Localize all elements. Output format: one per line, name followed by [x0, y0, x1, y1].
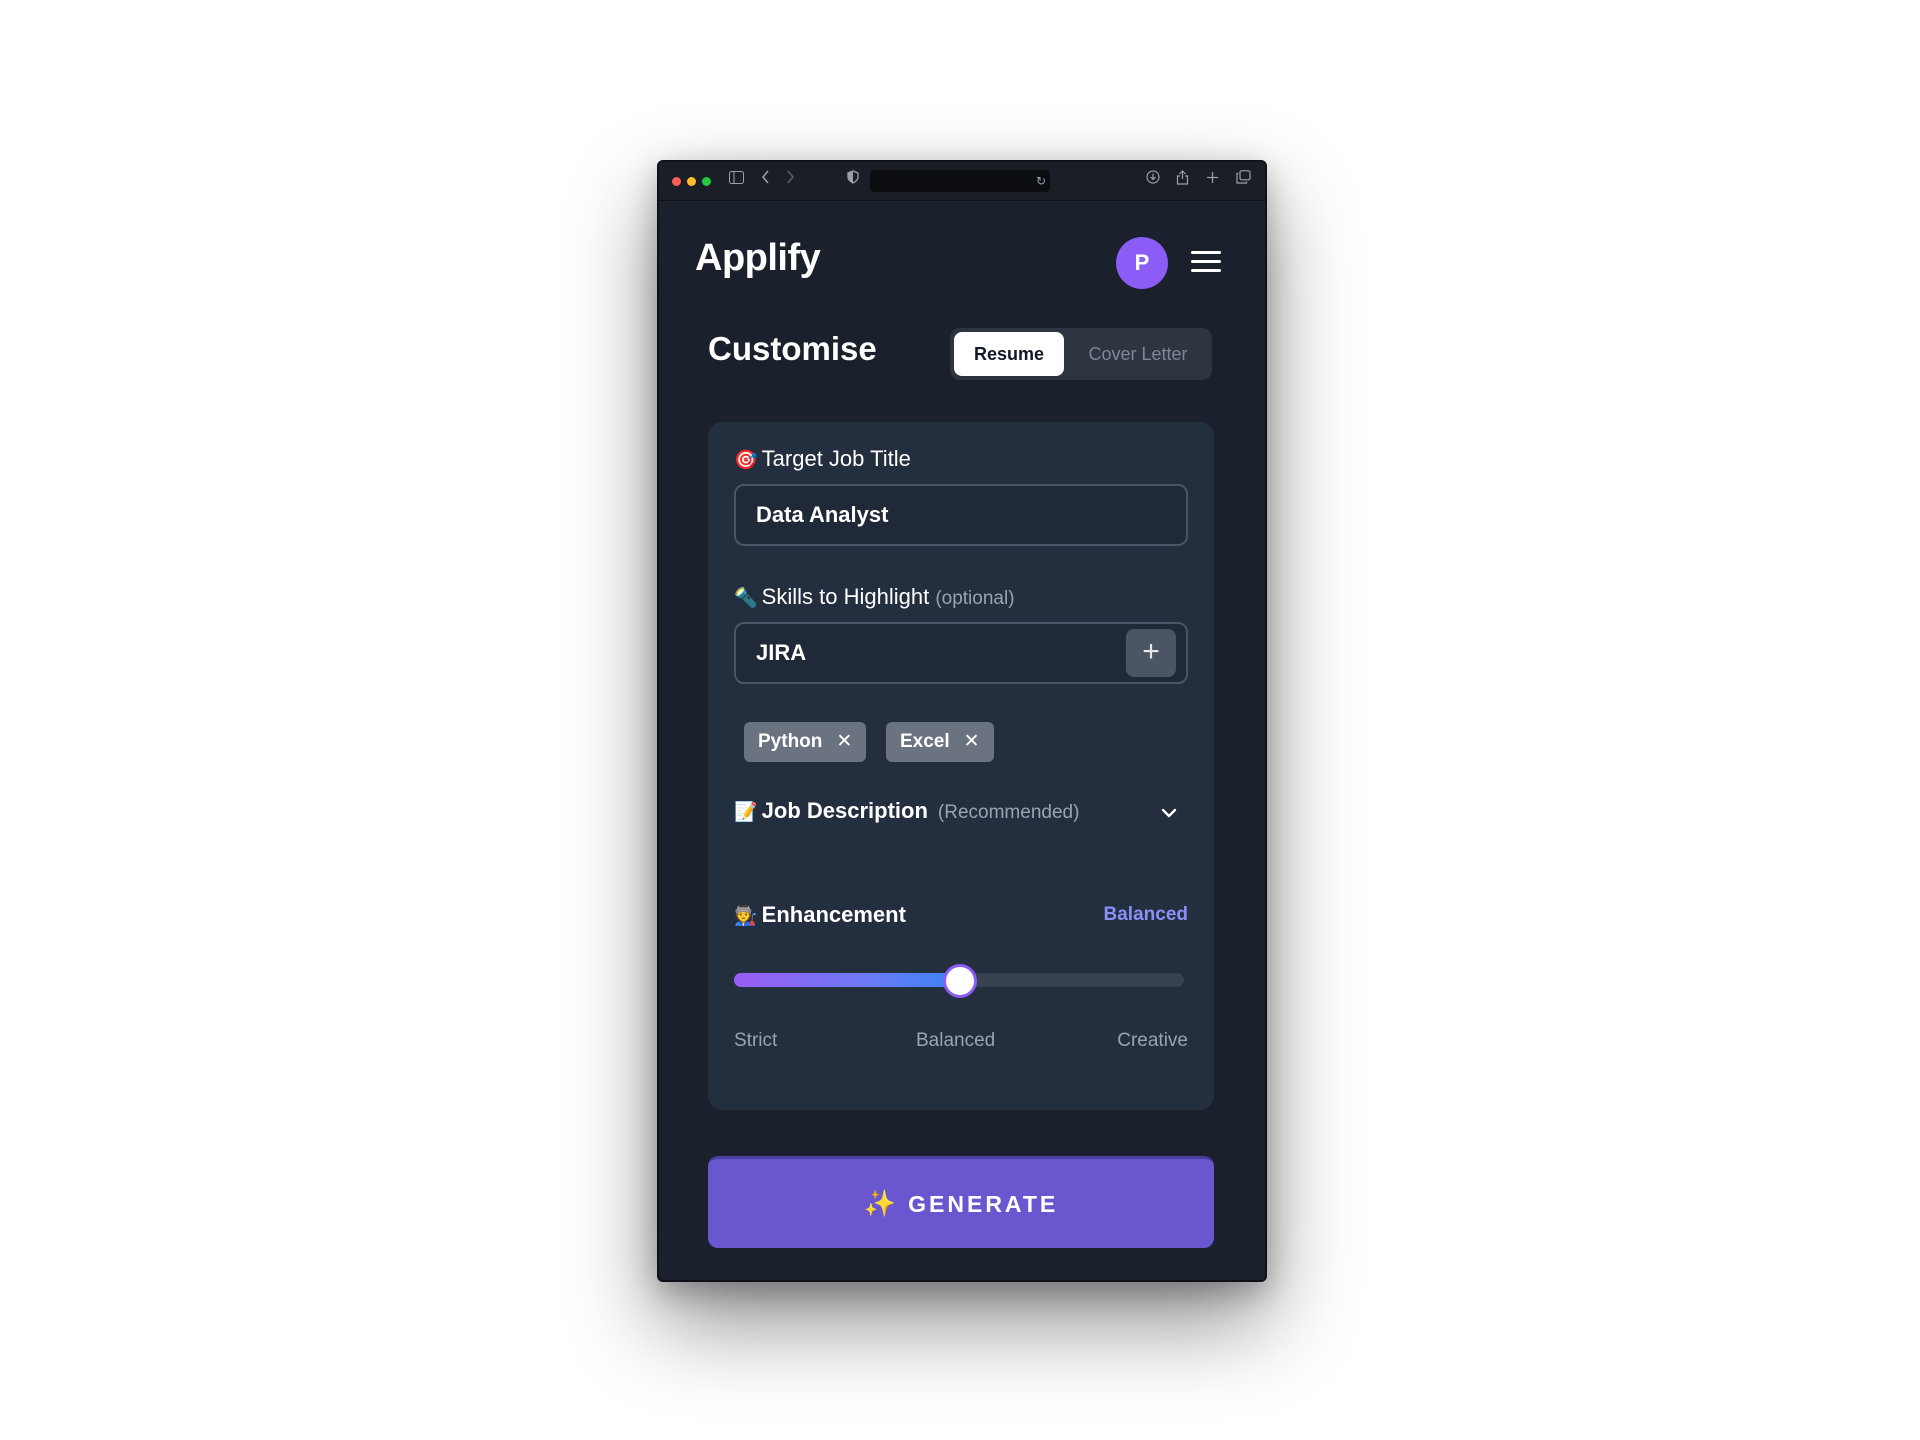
target-job-title-text: Target Job Title [761, 446, 911, 471]
tab-resume[interactable]: Resume [954, 332, 1064, 376]
customise-form-card: 🎯Target Job Title 🔦Skills to Highlight (… [708, 422, 1214, 1110]
sparkles-icon: ✨ [863, 1188, 897, 1218]
job-description-label: Job Description [761, 798, 928, 823]
optional-note: (optional) [935, 588, 1015, 609]
user-avatar[interactable]: P [1116, 237, 1168, 289]
flashlight-icon: 🔦 [734, 588, 758, 609]
generate-button[interactable]: ✨ GENERATE [708, 1156, 1214, 1248]
job-title-input[interactable] [736, 486, 1186, 544]
reload-icon[interactable]: ↻ [1036, 173, 1046, 189]
new-tab-icon[interactable] [1206, 170, 1219, 190]
skill-chip-label: Excel [900, 731, 950, 752]
address-bar[interactable]: ↻ [870, 170, 1050, 192]
chevron-down-icon[interactable] [1158, 802, 1180, 824]
skills-label: 🔦 Skills to Highlight (optional) [734, 584, 1015, 610]
slider-thumb[interactable] [943, 964, 977, 998]
shield-icon[interactable] [847, 170, 859, 190]
app-logo[interactable]: Applify [695, 237, 821, 280]
skills-input[interactable] [736, 624, 1186, 682]
sidebar-icon[interactable] [729, 170, 744, 190]
remove-skill-icon[interactable]: ✕ [836, 731, 852, 752]
skill-chip-label: Python [758, 731, 823, 752]
skills-label-text: Skills to Highlight [761, 584, 930, 609]
tabs-icon[interactable] [1236, 170, 1251, 190]
slider-fill [734, 973, 959, 987]
share-icon[interactable] [1176, 170, 1189, 191]
download-icon[interactable] [1146, 170, 1160, 190]
forward-icon[interactable] [785, 170, 795, 190]
target-job-title-label: 🎯 Target Job Title [734, 446, 911, 472]
page-title: Customise [708, 330, 877, 367]
skill-chip-excel: Excel ✕ [886, 722, 994, 762]
generate-label: GENERATE [908, 1191, 1059, 1217]
recommended-note: (Recommended) [937, 802, 1080, 823]
memo-icon: 📝 [734, 802, 758, 823]
close-window-icon[interactable] [672, 177, 681, 186]
maximize-window-icon[interactable] [702, 177, 711, 186]
job-description-title: 📝 Job Description (Recommended) [734, 798, 1079, 824]
enhancement-current-value: Balanced [1103, 904, 1188, 925]
target-icon: 🎯 [734, 450, 758, 471]
tick-creative: Creative [1117, 1030, 1188, 1051]
remove-skill-icon[interactable]: ✕ [964, 731, 980, 752]
browser-window: ↻ Applify P Customise Resume Cover Lette… [657, 160, 1267, 1282]
skill-chip-python: Python ✕ [744, 722, 867, 762]
minimize-window-icon[interactable] [687, 177, 696, 186]
hamburger-menu-icon[interactable] [1191, 247, 1221, 277]
worker-icon: 🧑‍🏭 [734, 906, 758, 927]
tab-cover-letter[interactable]: Cover Letter [1070, 332, 1206, 376]
skills-field: + [734, 622, 1188, 684]
enhancement-label: Enhancement [761, 902, 906, 927]
enhancement-title: 🧑‍🏭 Enhancement [734, 902, 906, 928]
enhancement-slider[interactable] [734, 964, 1184, 998]
add-skill-button[interactable]: + [1126, 629, 1176, 677]
back-icon[interactable] [761, 170, 771, 190]
browser-toolbar: ↻ [659, 162, 1265, 201]
job-title-field [734, 484, 1188, 546]
document-type-toggle: Resume Cover Letter [950, 328, 1212, 380]
tick-strict: Strict [734, 1030, 778, 1051]
job-description-accordion[interactable]: 📝 Job Description (Recommended) [734, 798, 1184, 832]
tick-balanced: Balanced [916, 1030, 996, 1051]
